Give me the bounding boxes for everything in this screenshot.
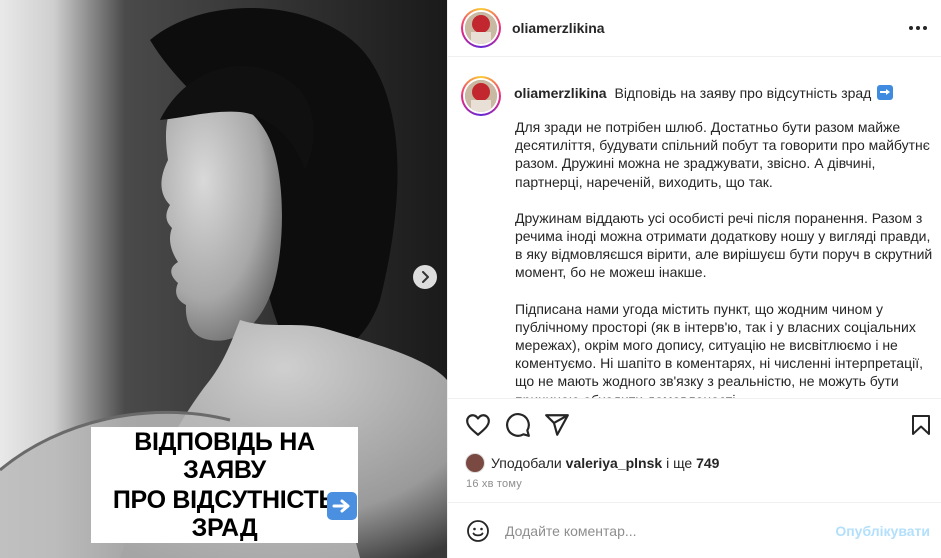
comment-bar: Опублікувати xyxy=(448,502,941,558)
overlay-line-1: ВІДПОВІДЬ НА ЗАЯВУ xyxy=(91,427,358,485)
arrow-right-emoji-icon xyxy=(327,492,357,520)
more-horizontal-icon xyxy=(909,26,913,30)
like-button[interactable] xyxy=(465,412,491,438)
caption-paragraph: Для зради не потрібен шлюб. Достатньо бу… xyxy=(515,119,930,190)
carousel-dot xyxy=(205,535,211,541)
bookmark-icon xyxy=(912,415,930,435)
likes-count[interactable]: 749 xyxy=(696,455,719,471)
publish-comment-button[interactable]: Опублікувати xyxy=(835,523,930,539)
likes-summary[interactable]: Уподобали valeriya_plnsk і ще 749 xyxy=(465,452,719,474)
comment-button[interactable] xyxy=(505,412,531,438)
chevron-right-icon xyxy=(422,271,429,283)
caption-paragraph: Дружинам віддають усі особисті речі післ… xyxy=(515,209,933,281)
arrow-right-icon xyxy=(877,85,894,100)
comment-icon xyxy=(506,413,530,437)
carousel-dot xyxy=(235,535,241,541)
likes-prefix: Уподобали xyxy=(491,455,562,471)
carousel-dot xyxy=(215,535,221,541)
comment-input[interactable] xyxy=(505,520,825,542)
send-icon xyxy=(545,414,569,436)
share-button[interactable] xyxy=(544,412,570,438)
save-button[interactable] xyxy=(909,412,935,438)
post-media[interactable]: ВІДПОВІДЬ НА ЗАЯВУ ПРО ВІДСУТНІСТЬ ЗРАД xyxy=(0,0,447,558)
liker-username[interactable]: valeriya_plnsk xyxy=(566,455,663,471)
post-timestamp[interactable]: 16 хв тому xyxy=(466,478,522,490)
carousel-next-button[interactable] xyxy=(413,265,437,289)
carousel-indicator xyxy=(205,535,241,541)
carousel-dot xyxy=(225,535,231,541)
caption-paragraph: Підписана нами угода містить пункт, що ж… xyxy=(515,300,924,398)
author-avatar[interactable] xyxy=(461,8,501,48)
action-bar xyxy=(448,398,941,448)
caption-area[interactable]: oliamerzlikina Відповідь на заяву про ві… xyxy=(448,58,941,398)
more-options-button[interactable] xyxy=(906,18,930,38)
author-username[interactable]: oliamerzlikina xyxy=(512,20,605,36)
smiley-icon xyxy=(467,520,489,542)
overlay-caption: ВІДПОВІДЬ НА ЗАЯВУ ПРО ВІДСУТНІСТЬ ЗРАД xyxy=(91,427,358,543)
caption-heading: oliamerzlikina Відповідь на заяву про ві… xyxy=(514,84,934,102)
liker-avatar[interactable] xyxy=(465,453,485,473)
likes-middle: і ще xyxy=(666,455,693,471)
caption-body: Для зради не потрібен шлюб. Достатньо бу… xyxy=(515,118,940,398)
emoji-button[interactable] xyxy=(466,519,490,543)
post-header: oliamerzlikina xyxy=(448,0,941,57)
heart-icon xyxy=(466,414,490,436)
caption-title: Відповідь на заяву про відсутність зрад xyxy=(614,85,872,101)
caption-avatar[interactable] xyxy=(461,76,501,116)
caption-username[interactable]: oliamerzlikina xyxy=(514,85,607,101)
post-panel: oliamerzlikina oliamerzlikina Відповідь … xyxy=(447,0,941,558)
